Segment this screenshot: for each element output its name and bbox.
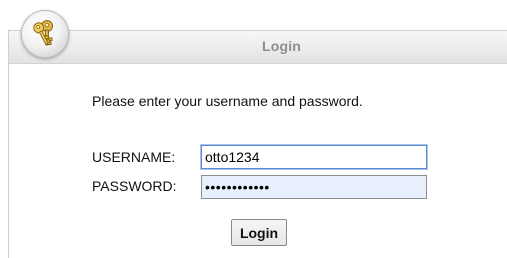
- username-input[interactable]: [201, 145, 427, 169]
- password-label: PASSWORD:: [92, 178, 177, 194]
- keys-icon: [33, 20, 53, 46]
- login-page: Login Please enter your username and pas…: [0, 0, 507, 258]
- login-title: Login: [261, 38, 302, 54]
- username-label: USERNAME:: [92, 149, 176, 165]
- password-input[interactable]: [201, 175, 427, 199]
- login-instructions: Please enter your username and password.: [92, 93, 363, 109]
- login-button[interactable]: Login: [231, 219, 287, 246]
- keys-badge: [21, 10, 69, 58]
